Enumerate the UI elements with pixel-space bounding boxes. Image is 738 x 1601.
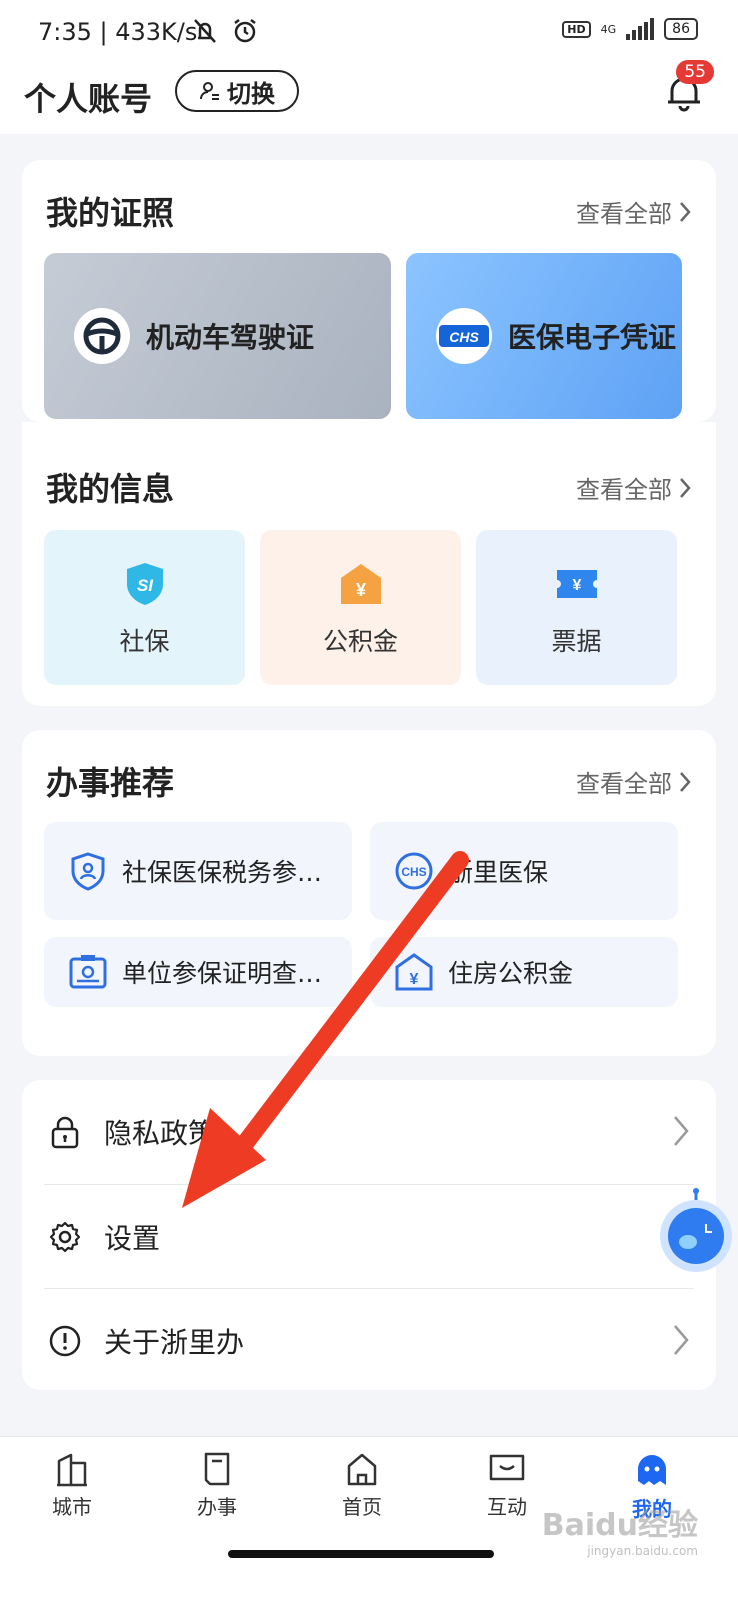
home-indicator: [228, 1550, 494, 1558]
home-icon: [347, 1453, 377, 1486]
network-type: 4G: [600, 22, 617, 36]
svg-text:¥: ¥: [572, 577, 581, 594]
chs-logo-icon: CHS: [439, 325, 489, 347]
chs-circle-icon: CHS: [395, 852, 433, 890]
id-card-icon: [69, 955, 107, 989]
chevron-right-icon: [674, 1116, 689, 1146]
about-row[interactable]: 关于浙里办: [22, 1289, 716, 1393]
mute-icon: [194, 19, 216, 43]
profile-icon: [638, 1455, 666, 1485]
licenses-card: 我的证照 查看全部 机动车驾驶证 CHS 医保电子凭证: [22, 160, 716, 422]
info-tile-bills[interactable]: ¥ 票据: [476, 530, 677, 685]
lock-icon: [51, 1116, 79, 1149]
info-tile-label: 票据: [551, 627, 602, 656]
steering-wheel-icon: [83, 317, 121, 355]
nav-home[interactable]: 首页: [312, 1451, 412, 1520]
info-tile-label: 公积金: [322, 627, 398, 656]
license-label: 医保电子凭证: [508, 321, 677, 354]
house-fund-icon: ¥: [340, 564, 381, 604]
service-label: 浙里医保: [448, 858, 549, 887]
service-housing-fund[interactable]: ¥ 住房公积金: [370, 937, 678, 1007]
house-yen-icon: ¥: [395, 953, 433, 991]
licenses-see-all[interactable]: 查看全部: [576, 194, 692, 229]
svg-text:CHS: CHS: [449, 329, 479, 345]
switch-account-button[interactable]: 切换: [175, 70, 299, 112]
info-tile-social-security[interactable]: SI 社保: [44, 530, 245, 685]
person-switch-icon: [200, 82, 219, 100]
battery-icon: 86: [664, 18, 698, 40]
svg-text:SI: SI: [136, 576, 153, 595]
license-card-driving[interactable]: 机动车驾驶证: [44, 253, 391, 419]
status-bar: 7:35 | 433K/s HD 4G 86: [0, 0, 738, 62]
watermark-logo: Baidu经验: [541, 1508, 698, 1543]
info-circle-icon: [49, 1325, 81, 1357]
info-see-all[interactable]: 查看全部: [576, 470, 692, 505]
service-zheli-medical[interactable]: CHS 浙里医保: [370, 822, 678, 920]
svg-text:¥: ¥: [355, 580, 365, 600]
notification-badge: 55: [676, 60, 714, 84]
ticket-icon: ¥: [556, 570, 597, 598]
license-card-medical[interactable]: CHS 医保电子凭证: [406, 253, 682, 419]
row-label: 关于浙里办: [104, 1326, 245, 1359]
row-label: 隐私政策: [104, 1117, 217, 1150]
switch-label: 切换: [227, 79, 275, 108]
city-icon: [57, 1453, 87, 1487]
svg-text:CHS: CHS: [401, 865, 426, 879]
app-header: 个人账号 切换 55: [0, 60, 738, 134]
licenses-title: 我的证照: [46, 194, 175, 232]
chevron-right-icon: [674, 1325, 689, 1355]
settings-row[interactable]: 设置: [22, 1185, 716, 1289]
service-label: 住房公积金: [448, 959, 574, 988]
hd-icon: HD: [562, 20, 591, 38]
page-title: 个人账号: [24, 80, 153, 118]
signal-icon: [626, 18, 655, 40]
watermark-url: jingyan.baidu.com: [587, 1544, 698, 1558]
license-label: 机动车驾驶证: [146, 321, 315, 354]
person-shield-icon: [71, 852, 105, 891]
shield-si-icon: SI: [126, 563, 163, 605]
service-label: 社保医保税务参…: [122, 858, 323, 887]
service-label: 单位参保证明查…: [122, 959, 323, 988]
service-social-medical-tax[interactable]: 社保医保税务参…: [44, 822, 352, 920]
row-label: 设置: [104, 1222, 161, 1255]
privacy-policy-row[interactable]: 隐私政策: [22, 1080, 716, 1184]
info-title: 我的信息: [46, 470, 175, 508]
chevron-right-icon: [680, 771, 691, 792]
chat-icon: [489, 1454, 525, 1481]
service-unit-insurance-proof[interactable]: 单位参保证明查…: [44, 937, 352, 1007]
gear-icon: [49, 1221, 81, 1253]
alarm-icon: [234, 19, 256, 43]
svg-text:¥: ¥: [410, 971, 419, 988]
assistant-robot-icon[interactable]: [648, 1186, 738, 1286]
document-icon: [204, 1452, 230, 1486]
settings-card: 隐私政策 设置 关于浙里办: [22, 1080, 716, 1390]
info-tile-label: 社保: [119, 627, 170, 656]
nav-city[interactable]: 城市: [22, 1451, 122, 1520]
services-title: 办事推荐: [46, 764, 175, 802]
chevron-right-icon: [680, 477, 691, 498]
chevron-right-icon: [680, 201, 691, 222]
services-see-all[interactable]: 查看全部: [576, 764, 692, 799]
nav-affairs[interactable]: 办事: [167, 1451, 267, 1520]
status-time: 7:35 | 433K/s: [38, 18, 198, 46]
info-tile-housing-fund[interactable]: ¥ 公积金: [260, 530, 461, 685]
